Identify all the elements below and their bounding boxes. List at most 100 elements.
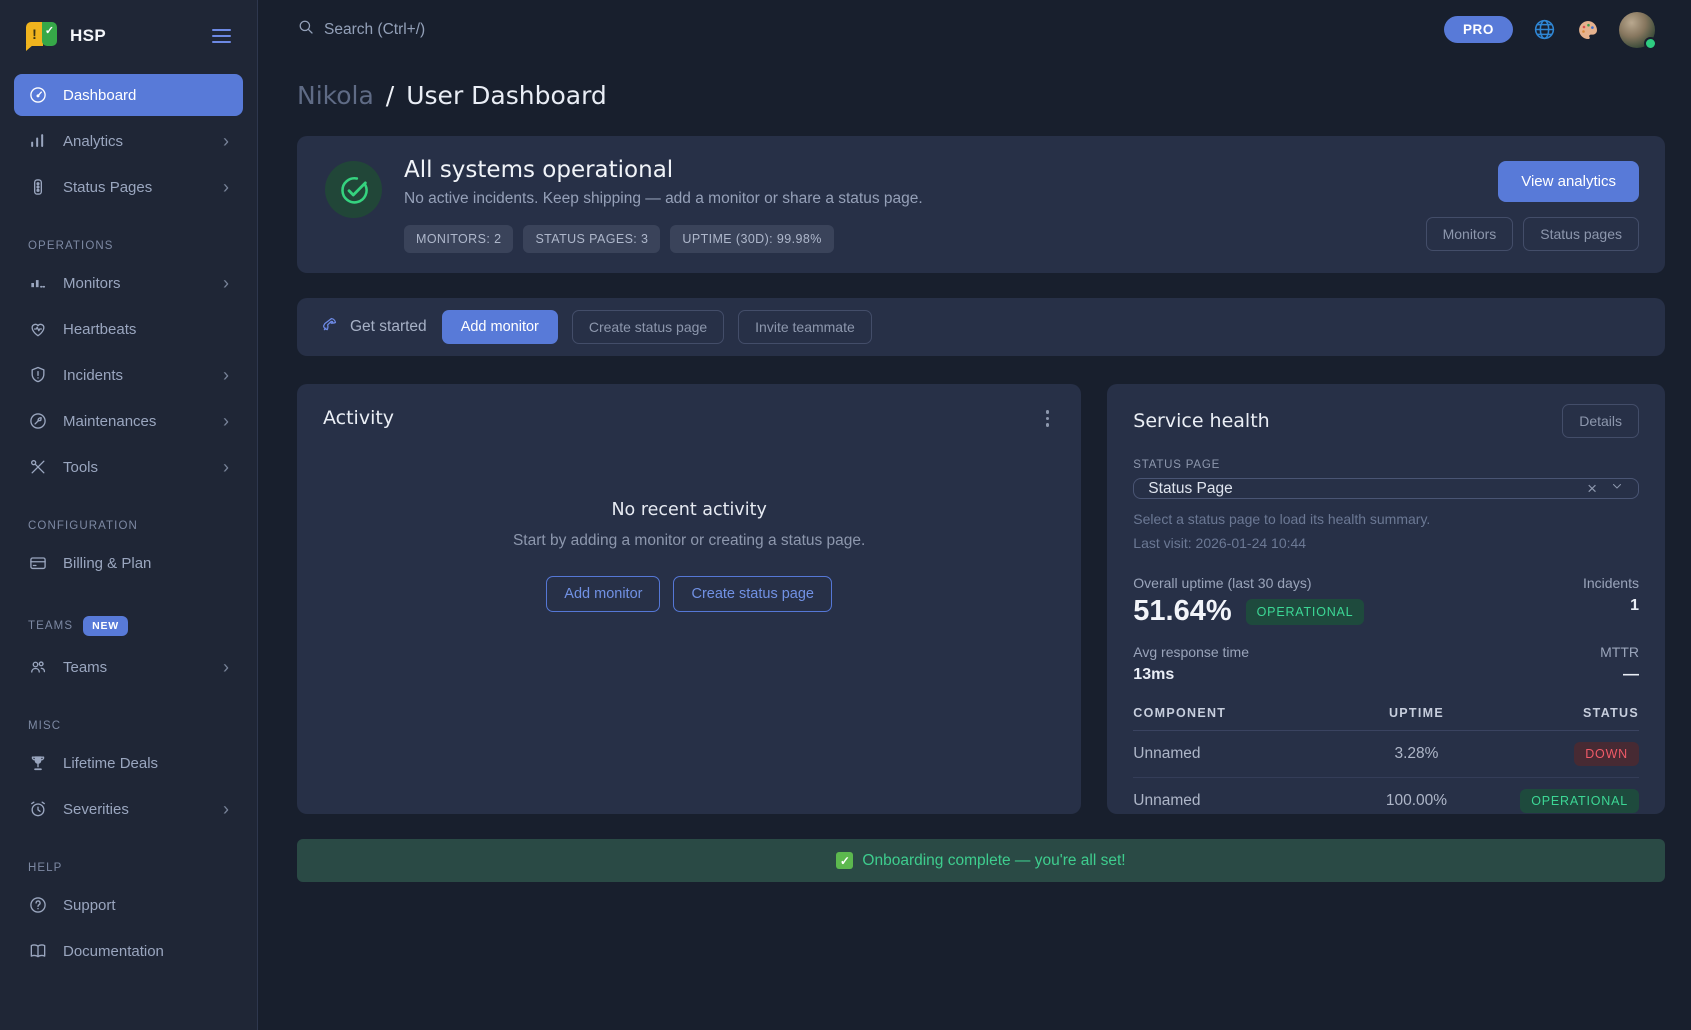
sidebar-item-label: Severities <box>63 801 129 818</box>
details-button[interactable]: Details <box>1562 404 1639 438</box>
sidebar-item-dashboard[interactable]: Dashboard <box>14 74 243 116</box>
brand-name: HSP <box>70 26 106 46</box>
sidebar-item-severities[interactable]: Severities › <box>14 788 243 830</box>
component-name: Unnamed <box>1133 778 1335 815</box>
app-logo-icon: ! ✓ <box>26 22 57 50</box>
chevron-right-icon: › <box>223 366 229 384</box>
sidebar-item-label: Support <box>63 897 116 914</box>
search-input[interactable] <box>324 21 624 39</box>
sidebar-item-label: Billing & Plan <box>63 555 151 572</box>
search-box <box>297 18 624 41</box>
table-row: Unnamed 3.28% DOWN <box>1133 731 1639 778</box>
online-status-dot <box>1644 37 1657 50</box>
sidebar-item-incidents[interactable]: Incidents › <box>14 354 243 396</box>
sidebar-item-analytics[interactable]: Analytics › <box>14 120 243 162</box>
empty-create-status-page-button[interactable]: Create status page <box>673 576 832 612</box>
status-page-select-value: Status Page <box>1148 480 1232 498</box>
monitors-count-badge: MONITORS: 2 <box>404 225 513 253</box>
mttr-stat: MTTR — <box>1600 644 1639 684</box>
hero-actions: View analytics Monitors Status pages <box>1426 157 1639 253</box>
chevron-right-icon: › <box>223 658 229 676</box>
page-title: User Dashboard <box>406 81 607 110</box>
alarm-clock-icon <box>28 799 48 819</box>
chevron-right-icon: › <box>223 412 229 430</box>
breadcrumb-parent[interactable]: Nikola <box>297 81 374 110</box>
kebab-menu-icon[interactable] <box>1040 404 1056 433</box>
book-icon <box>28 941 48 961</box>
hero-text: All systems operational No active incide… <box>404 157 923 253</box>
sidebar-item-tools[interactable]: Tools › <box>14 446 243 488</box>
sidebar-section-operations: OPERATIONS <box>28 240 229 252</box>
sidebar-item-monitors[interactable]: Monitors › <box>14 262 243 304</box>
pro-plan-badge[interactable]: PRO <box>1444 16 1513 43</box>
status-heading: All systems operational <box>404 157 923 183</box>
sidebar-item-heartbeats[interactable]: Heartbeats <box>14 308 243 350</box>
content: Nikola / User Dashboard All systems oper… <box>258 59 1691 1030</box>
sidebar-item-label: Incidents <box>63 367 123 384</box>
check-mark-emoji-icon: ✓ <box>836 852 853 869</box>
cards-row: Activity No recent activity Start by add… <box>297 384 1665 814</box>
view-analytics-button[interactable]: View analytics <box>1498 161 1639 202</box>
sidebar-item-label: Analytics <box>63 133 123 150</box>
mttr-label: MTTR <box>1600 644 1639 660</box>
component-name: Unnamed <box>1133 731 1335 778</box>
uptime-stat-label: Overall uptime (last 30 days) <box>1133 575 1364 591</box>
get-started-label-wrap: Get started <box>320 315 427 339</box>
sidebar-item-label: Tools <box>63 459 98 476</box>
empty-add-monitor-button[interactable]: Add monitor <box>546 576 660 612</box>
hamburger-menu-icon[interactable] <box>208 25 235 47</box>
status-page-select[interactable]: Status Page × <box>1133 478 1639 499</box>
question-circle-icon <box>28 895 48 915</box>
sidebar-item-label: Teams <box>63 659 107 676</box>
credit-card-icon <box>28 553 48 573</box>
topbar-right: PRO <box>1444 12 1655 48</box>
select-helper-text: Select a status page to load its health … <box>1133 511 1639 527</box>
gauge-icon <box>28 85 48 105</box>
sidebar-section-configuration: CONFIGURATION <box>28 520 229 532</box>
incidents-label: Incidents <box>1583 575 1639 591</box>
monitors-button[interactable]: Monitors <box>1426 217 1514 251</box>
table-header-status: STATUS <box>1497 702 1639 731</box>
user-avatar[interactable] <box>1619 12 1655 48</box>
sidebar-item-lifetime-deals[interactable]: Lifetime Deals <box>14 742 243 784</box>
add-monitor-button[interactable]: Add monitor <box>442 310 558 344</box>
operational-check-icon <box>325 161 382 218</box>
sidebar-item-support[interactable]: Support <box>14 884 243 926</box>
sidebar-item-documentation[interactable]: Documentation <box>14 930 243 972</box>
sidebar-item-label: Documentation <box>63 943 164 960</box>
sidebar-item-label: Monitors <box>63 275 121 292</box>
create-status-page-button[interactable]: Create status page <box>572 310 724 344</box>
new-badge: NEW <box>83 616 128 636</box>
sidebar-item-teams[interactable]: Teams › <box>14 646 243 688</box>
sidebar-item-label: Lifetime Deals <box>63 755 158 772</box>
incidents-stat: Incidents 1 <box>1583 575 1639 615</box>
service-health-title: Service health <box>1133 410 1269 432</box>
invite-teammate-button[interactable]: Invite teammate <box>738 310 872 344</box>
table-row: Unnamed 100.00% OPERATIONAL <box>1133 778 1639 815</box>
sidebar-section-help: HELP <box>28 862 229 874</box>
sidebar-item-billing-plan[interactable]: Billing & Plan <box>14 542 243 584</box>
theme-palette-icon[interactable] <box>1576 18 1600 42</box>
onboarding-banner-text: Onboarding complete — you're all set! <box>862 852 1125 870</box>
avg-response-stat: Avg response time 13ms <box>1133 644 1249 684</box>
status-pages-button[interactable]: Status pages <box>1523 217 1639 251</box>
breadcrumb-separator: / <box>386 81 394 110</box>
breadcrumb: Nikola / User Dashboard <box>297 81 1665 110</box>
incidents-value: 1 <box>1583 597 1639 615</box>
mttr-value: — <box>1600 666 1639 684</box>
sidebar-section-teams: TEAMS NEW <box>28 616 229 636</box>
avg-response-label: Avg response time <box>1133 644 1249 660</box>
activity-empty-state: No recent activity Start by adding a mon… <box>323 433 1055 795</box>
sidebar-item-maintenances[interactable]: Maintenances › <box>14 400 243 442</box>
get-started-label: Get started <box>350 318 427 336</box>
chevron-down-icon[interactable] <box>1610 479 1624 498</box>
sidebar-item-status-pages[interactable]: Status Pages › <box>14 166 243 208</box>
chevron-right-icon: › <box>223 132 229 150</box>
status-page-select-label: STATUS PAGE <box>1133 459 1639 471</box>
clear-selection-icon[interactable]: × <box>1587 480 1597 497</box>
globe-icon[interactable] <box>1532 17 1557 42</box>
sidebar-section-misc: MISC <box>28 720 229 732</box>
onboarding-banner: ✓ Onboarding complete — you're all set! <box>297 839 1665 882</box>
status-subtitle: No active incidents. Keep shipping — add… <box>404 190 923 208</box>
avg-response-value: 13ms <box>1133 666 1249 684</box>
